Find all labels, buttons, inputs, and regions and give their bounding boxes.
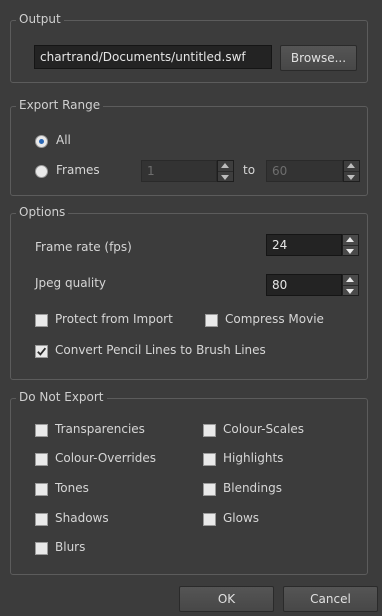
glows-label: Glows bbox=[223, 511, 260, 525]
jpeg-quality-stepper[interactable] bbox=[342, 274, 359, 296]
shadows-checkbox[interactable] bbox=[35, 513, 48, 526]
arrow-down-icon bbox=[346, 248, 354, 254]
export-range-legend: Export Range bbox=[16, 98, 104, 112]
arrow-up-icon bbox=[346, 277, 354, 282]
highlights-label: Highlights bbox=[223, 451, 284, 465]
options-legend: Options bbox=[16, 205, 69, 219]
blurs-label: Blurs bbox=[55, 540, 86, 554]
frames-to-down[interactable] bbox=[344, 170, 359, 182]
radio-selected-dot bbox=[39, 139, 44, 144]
jpeg-quality-label: Jpeg quality bbox=[35, 276, 107, 290]
frame-rate-field[interactable]: 24 bbox=[266, 234, 342, 256]
browse-button[interactable]: Browse... bbox=[280, 45, 357, 71]
do-not-export-group: Do Not Export Transparencies Colour-Scal… bbox=[10, 390, 368, 575]
compress-movie-checkbox[interactable] bbox=[205, 314, 218, 327]
frames-to-field[interactable]: 60 bbox=[266, 160, 343, 182]
colour-overrides-label: Colour-Overrides bbox=[55, 451, 157, 465]
radio-frames[interactable] bbox=[35, 165, 48, 178]
do-not-export-legend: Do Not Export bbox=[16, 390, 107, 404]
jpeg-quality-down[interactable] bbox=[343, 284, 358, 296]
protect-from-import-label: Protect from Import bbox=[55, 312, 173, 326]
output-group: Output chartrand/Documents/untitled.swf … bbox=[10, 12, 368, 83]
arrow-down-icon bbox=[346, 288, 354, 294]
glows-checkbox[interactable] bbox=[203, 513, 216, 526]
tones-checkbox[interactable] bbox=[35, 483, 48, 496]
blendings-label: Blendings bbox=[223, 481, 282, 495]
export-range-group: Export Range All Frames 1 to 60 bbox=[10, 98, 368, 196]
transparencies-label: Transparencies bbox=[55, 422, 145, 436]
jpeg-quality-up[interactable] bbox=[343, 275, 358, 285]
output-path-field[interactable]: chartrand/Documents/untitled.swf bbox=[34, 45, 272, 69]
compress-movie-label: Compress Movie bbox=[225, 312, 324, 326]
frame-rate-stepper[interactable] bbox=[342, 234, 359, 256]
highlights-checkbox[interactable] bbox=[203, 453, 216, 466]
protect-from-import-checkbox[interactable] bbox=[35, 314, 48, 327]
frames-to-label: to bbox=[243, 163, 256, 177]
output-legend: Output bbox=[16, 12, 64, 26]
arrow-up-icon bbox=[346, 237, 354, 242]
radio-frames-label: Frames bbox=[56, 163, 100, 177]
ok-button[interactable]: OK bbox=[179, 586, 274, 612]
transparencies-checkbox[interactable] bbox=[35, 424, 48, 437]
radio-all-label: All bbox=[56, 133, 71, 147]
colour-scales-checkbox[interactable] bbox=[203, 424, 216, 437]
frames-to-stepper[interactable] bbox=[343, 160, 360, 182]
convert-pencil-lines-label: Convert Pencil Lines to Brush Lines bbox=[55, 343, 266, 357]
frames-from-down[interactable] bbox=[218, 170, 233, 182]
radio-all[interactable] bbox=[35, 135, 48, 148]
frames-to-up[interactable] bbox=[344, 161, 359, 171]
options-group: Options Frame rate (fps) 24 Jpeg quality… bbox=[10, 205, 368, 380]
tones-label: Tones bbox=[55, 481, 89, 495]
convert-pencil-lines-checkbox[interactable] bbox=[35, 345, 48, 358]
arrow-down-icon bbox=[221, 174, 229, 180]
blendings-checkbox[interactable] bbox=[203, 483, 216, 496]
arrow-up-icon bbox=[221, 163, 229, 168]
frames-from-stepper[interactable] bbox=[217, 160, 234, 182]
frames-from-field[interactable]: 1 bbox=[141, 160, 217, 182]
colour-scales-label: Colour-Scales bbox=[223, 422, 305, 436]
arrow-down-icon bbox=[347, 174, 355, 180]
frame-rate-up[interactable] bbox=[343, 235, 358, 245]
colour-overrides-checkbox[interactable] bbox=[35, 453, 48, 466]
jpeg-quality-field[interactable]: 80 bbox=[266, 274, 342, 296]
frame-rate-label: Frame rate (fps) bbox=[35, 240, 132, 254]
arrow-up-icon bbox=[347, 163, 355, 168]
frames-from-up[interactable] bbox=[218, 161, 233, 171]
shadows-label: Shadows bbox=[55, 511, 109, 525]
frame-rate-down[interactable] bbox=[343, 244, 358, 256]
blurs-checkbox[interactable] bbox=[35, 542, 48, 555]
checkmark-icon bbox=[37, 347, 47, 356]
cancel-button[interactable]: Cancel bbox=[283, 586, 378, 612]
